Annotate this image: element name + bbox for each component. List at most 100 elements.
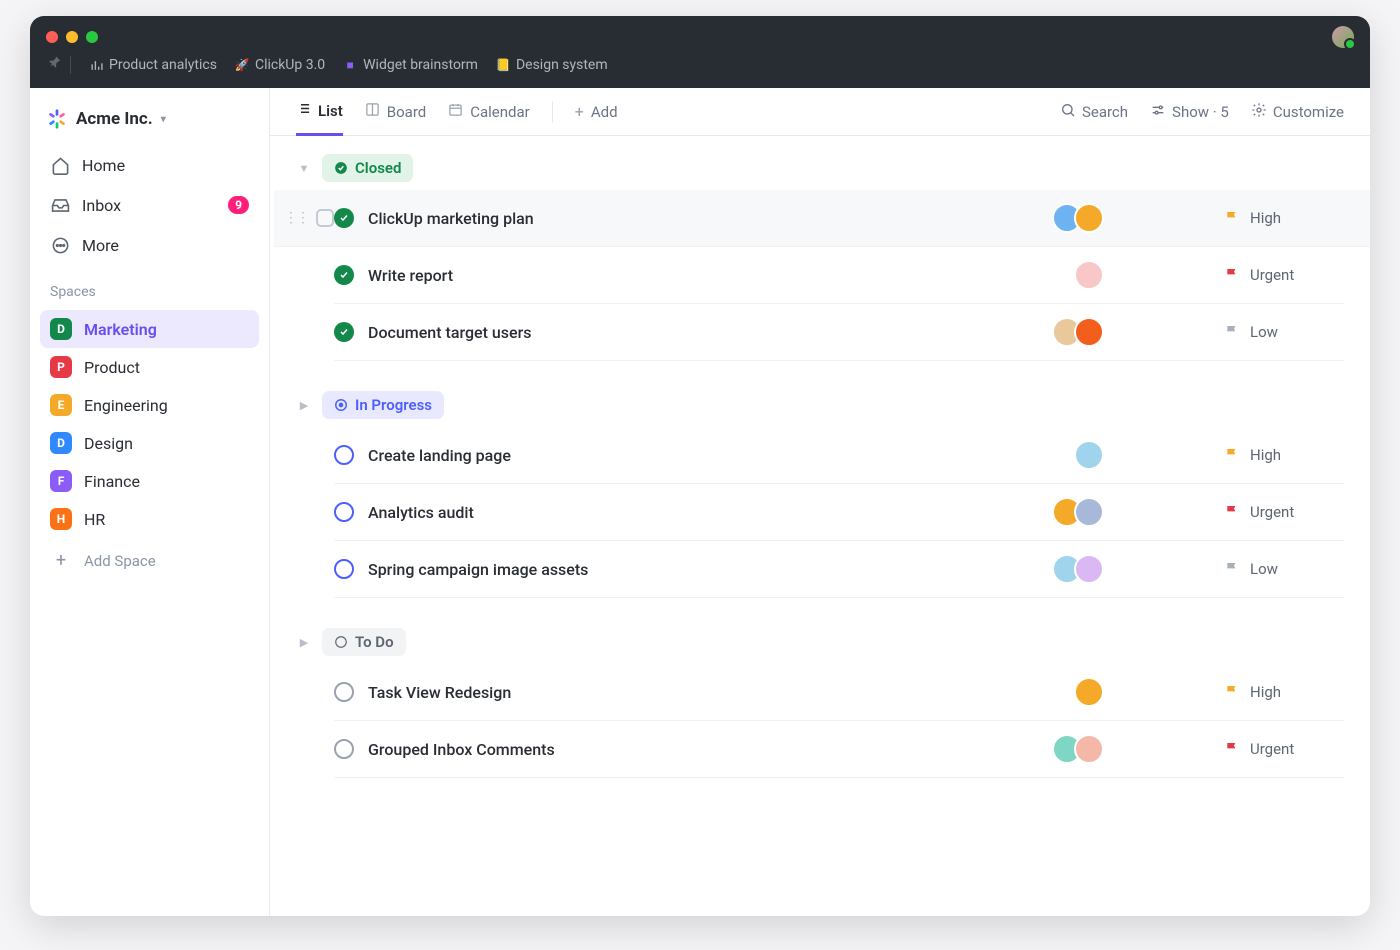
top-tab-label: Product analytics bbox=[109, 57, 217, 73]
space-item-engineering[interactable]: EEngineering bbox=[40, 386, 259, 424]
view-tab-list[interactable]: List bbox=[296, 88, 343, 136]
space-item-finance[interactable]: FFinance bbox=[40, 462, 259, 500]
assignees bbox=[1074, 260, 1104, 290]
plus-icon: + bbox=[575, 102, 584, 121]
assignee-avatar[interactable] bbox=[1074, 677, 1104, 707]
task-group-closed: ▼ Closed ⋮⋮ClickUp marketing plan High W… bbox=[296, 154, 1344, 361]
task-row[interactable]: Analytics audit Urgent bbox=[334, 484, 1344, 541]
assignees bbox=[1074, 677, 1104, 707]
pin-icon[interactable] bbox=[48, 56, 71, 74]
close-window-icon[interactable] bbox=[46, 31, 58, 43]
content: ▼ Closed ⋮⋮ClickUp marketing plan High W… bbox=[270, 136, 1370, 916]
task-status-icon[interactable] bbox=[334, 445, 354, 465]
view-tab-calendar[interactable]: Calendar bbox=[448, 88, 530, 136]
status-icon bbox=[334, 398, 348, 412]
space-item-product[interactable]: PProduct bbox=[40, 348, 259, 386]
top-tab-widget-brainstorm[interactable]: ■ Widget brainstorm bbox=[343, 57, 478, 73]
maximize-window-icon[interactable] bbox=[86, 31, 98, 43]
workspace-switcher[interactable]: Acme Inc. ▾ bbox=[40, 100, 259, 144]
space-item-design[interactable]: DDesign bbox=[40, 424, 259, 462]
assignee-avatar[interactable] bbox=[1074, 497, 1104, 527]
assignee-avatar[interactable] bbox=[1074, 260, 1104, 290]
task-status-icon[interactable] bbox=[334, 265, 354, 285]
priority-cell[interactable]: Low bbox=[1224, 323, 1344, 341]
chevron-icon[interactable]: ▶ bbox=[296, 636, 312, 649]
task-row[interactable]: Create landing page High bbox=[334, 427, 1344, 484]
customize-button[interactable]: Customize bbox=[1251, 102, 1344, 122]
add-space-button[interactable]: + Add Space bbox=[40, 540, 259, 581]
top-tab-design-system[interactable]: 📒 Design system bbox=[496, 57, 608, 73]
status-pill[interactable]: Closed bbox=[322, 154, 413, 182]
flag-icon bbox=[1224, 210, 1240, 226]
task-title: Document target users bbox=[368, 323, 1052, 342]
space-label: HR bbox=[84, 510, 105, 529]
window: Product analytics 🚀 ClickUp 3.0 ■ Widget… bbox=[30, 16, 1370, 916]
chevron-icon[interactable]: ▶ bbox=[296, 399, 312, 412]
task-status-icon[interactable] bbox=[334, 208, 354, 228]
task-status-icon[interactable] bbox=[334, 502, 354, 522]
nav-inbox[interactable]: Inbox 9 bbox=[40, 186, 259, 224]
priority-cell[interactable]: High bbox=[1224, 209, 1344, 227]
space-label: Finance bbox=[84, 472, 140, 491]
task-row[interactable]: Spring campaign image assets Low bbox=[334, 541, 1344, 598]
nav-home[interactable]: Home bbox=[40, 146, 259, 184]
search-button[interactable]: Search bbox=[1060, 102, 1128, 122]
assignee-avatar[interactable] bbox=[1074, 203, 1104, 233]
group-header: ▶ To Do bbox=[296, 628, 1344, 656]
sliders-icon bbox=[1150, 102, 1166, 122]
priority-cell[interactable]: Low bbox=[1224, 560, 1344, 578]
window-controls bbox=[46, 26, 1354, 48]
assignee-avatar[interactable] bbox=[1074, 554, 1104, 584]
chevron-icon[interactable]: ▼ bbox=[296, 162, 312, 175]
nav-more[interactable]: More bbox=[40, 226, 259, 264]
top-tab-product-analytics[interactable]: Product analytics bbox=[89, 57, 217, 73]
status-label: Closed bbox=[355, 159, 401, 177]
priority-cell[interactable]: Urgent bbox=[1224, 503, 1344, 521]
space-item-hr[interactable]: HHR bbox=[40, 500, 259, 538]
add-view-button[interactable]: + Add bbox=[575, 88, 618, 136]
task-status-icon[interactable] bbox=[334, 739, 354, 759]
grip-icon[interactable]: ⋮⋮ bbox=[284, 210, 308, 226]
top-tab-clickup-3[interactable]: 🚀 ClickUp 3.0 bbox=[235, 57, 325, 73]
gear-icon bbox=[1251, 102, 1267, 122]
task-group-todo: ▶ To Do Task View Redesign High Grouped … bbox=[296, 628, 1344, 778]
task-status-icon[interactable] bbox=[334, 682, 354, 702]
minimize-window-icon[interactable] bbox=[66, 31, 78, 43]
task-row[interactable]: Write report Urgent bbox=[334, 247, 1344, 304]
task-row[interactable]: Document target users Low bbox=[334, 304, 1344, 361]
status-label: To Do bbox=[355, 633, 394, 651]
task-status-icon[interactable] bbox=[334, 322, 354, 342]
priority-cell[interactable]: Urgent bbox=[1224, 266, 1344, 284]
group-header: ▼ Closed bbox=[296, 154, 1344, 182]
row-checkbox[interactable] bbox=[316, 209, 334, 227]
view-tab-board[interactable]: Board bbox=[365, 88, 426, 136]
space-item-marketing[interactable]: DMarketing bbox=[40, 310, 259, 348]
task-row[interactable]: ⋮⋮ClickUp marketing plan High bbox=[274, 190, 1370, 247]
task-title: Task View Redesign bbox=[368, 683, 1074, 702]
workspace-name: Acme Inc. bbox=[76, 109, 153, 129]
task-title: Write report bbox=[368, 266, 1074, 285]
assignee-avatar[interactable] bbox=[1074, 440, 1104, 470]
status-pill[interactable]: To Do bbox=[322, 628, 406, 656]
clickup-logo-icon bbox=[46, 108, 68, 130]
view-tab-label: List bbox=[318, 102, 343, 120]
assignee-avatar[interactable] bbox=[1074, 734, 1104, 764]
priority-cell[interactable]: High bbox=[1224, 683, 1344, 701]
show-button[interactable]: Show · 5 bbox=[1150, 102, 1229, 122]
top-tab-label: Widget brainstorm bbox=[363, 57, 478, 73]
chevron-down-icon: ▾ bbox=[161, 114, 166, 125]
separator bbox=[552, 101, 553, 123]
task-group-inprogress: ▶ In Progress Create landing page High A… bbox=[296, 391, 1344, 598]
task-row[interactable]: Grouped Inbox Comments Urgent bbox=[334, 721, 1344, 778]
task-row[interactable]: Task View Redesign High bbox=[334, 664, 1344, 721]
rocket-icon: 🚀 bbox=[235, 58, 249, 72]
status-pill[interactable]: In Progress bbox=[322, 391, 444, 419]
task-status-icon[interactable] bbox=[334, 559, 354, 579]
priority-cell[interactable]: Urgent bbox=[1224, 740, 1344, 758]
assignees bbox=[1052, 734, 1104, 764]
sidebar: Acme Inc. ▾ Home Inbox 9 More Spaces DMa… bbox=[30, 88, 270, 916]
user-avatar[interactable] bbox=[1332, 26, 1354, 48]
priority-cell[interactable]: High bbox=[1224, 446, 1344, 464]
assignee-avatar[interactable] bbox=[1074, 317, 1104, 347]
flag-icon bbox=[1224, 561, 1240, 577]
